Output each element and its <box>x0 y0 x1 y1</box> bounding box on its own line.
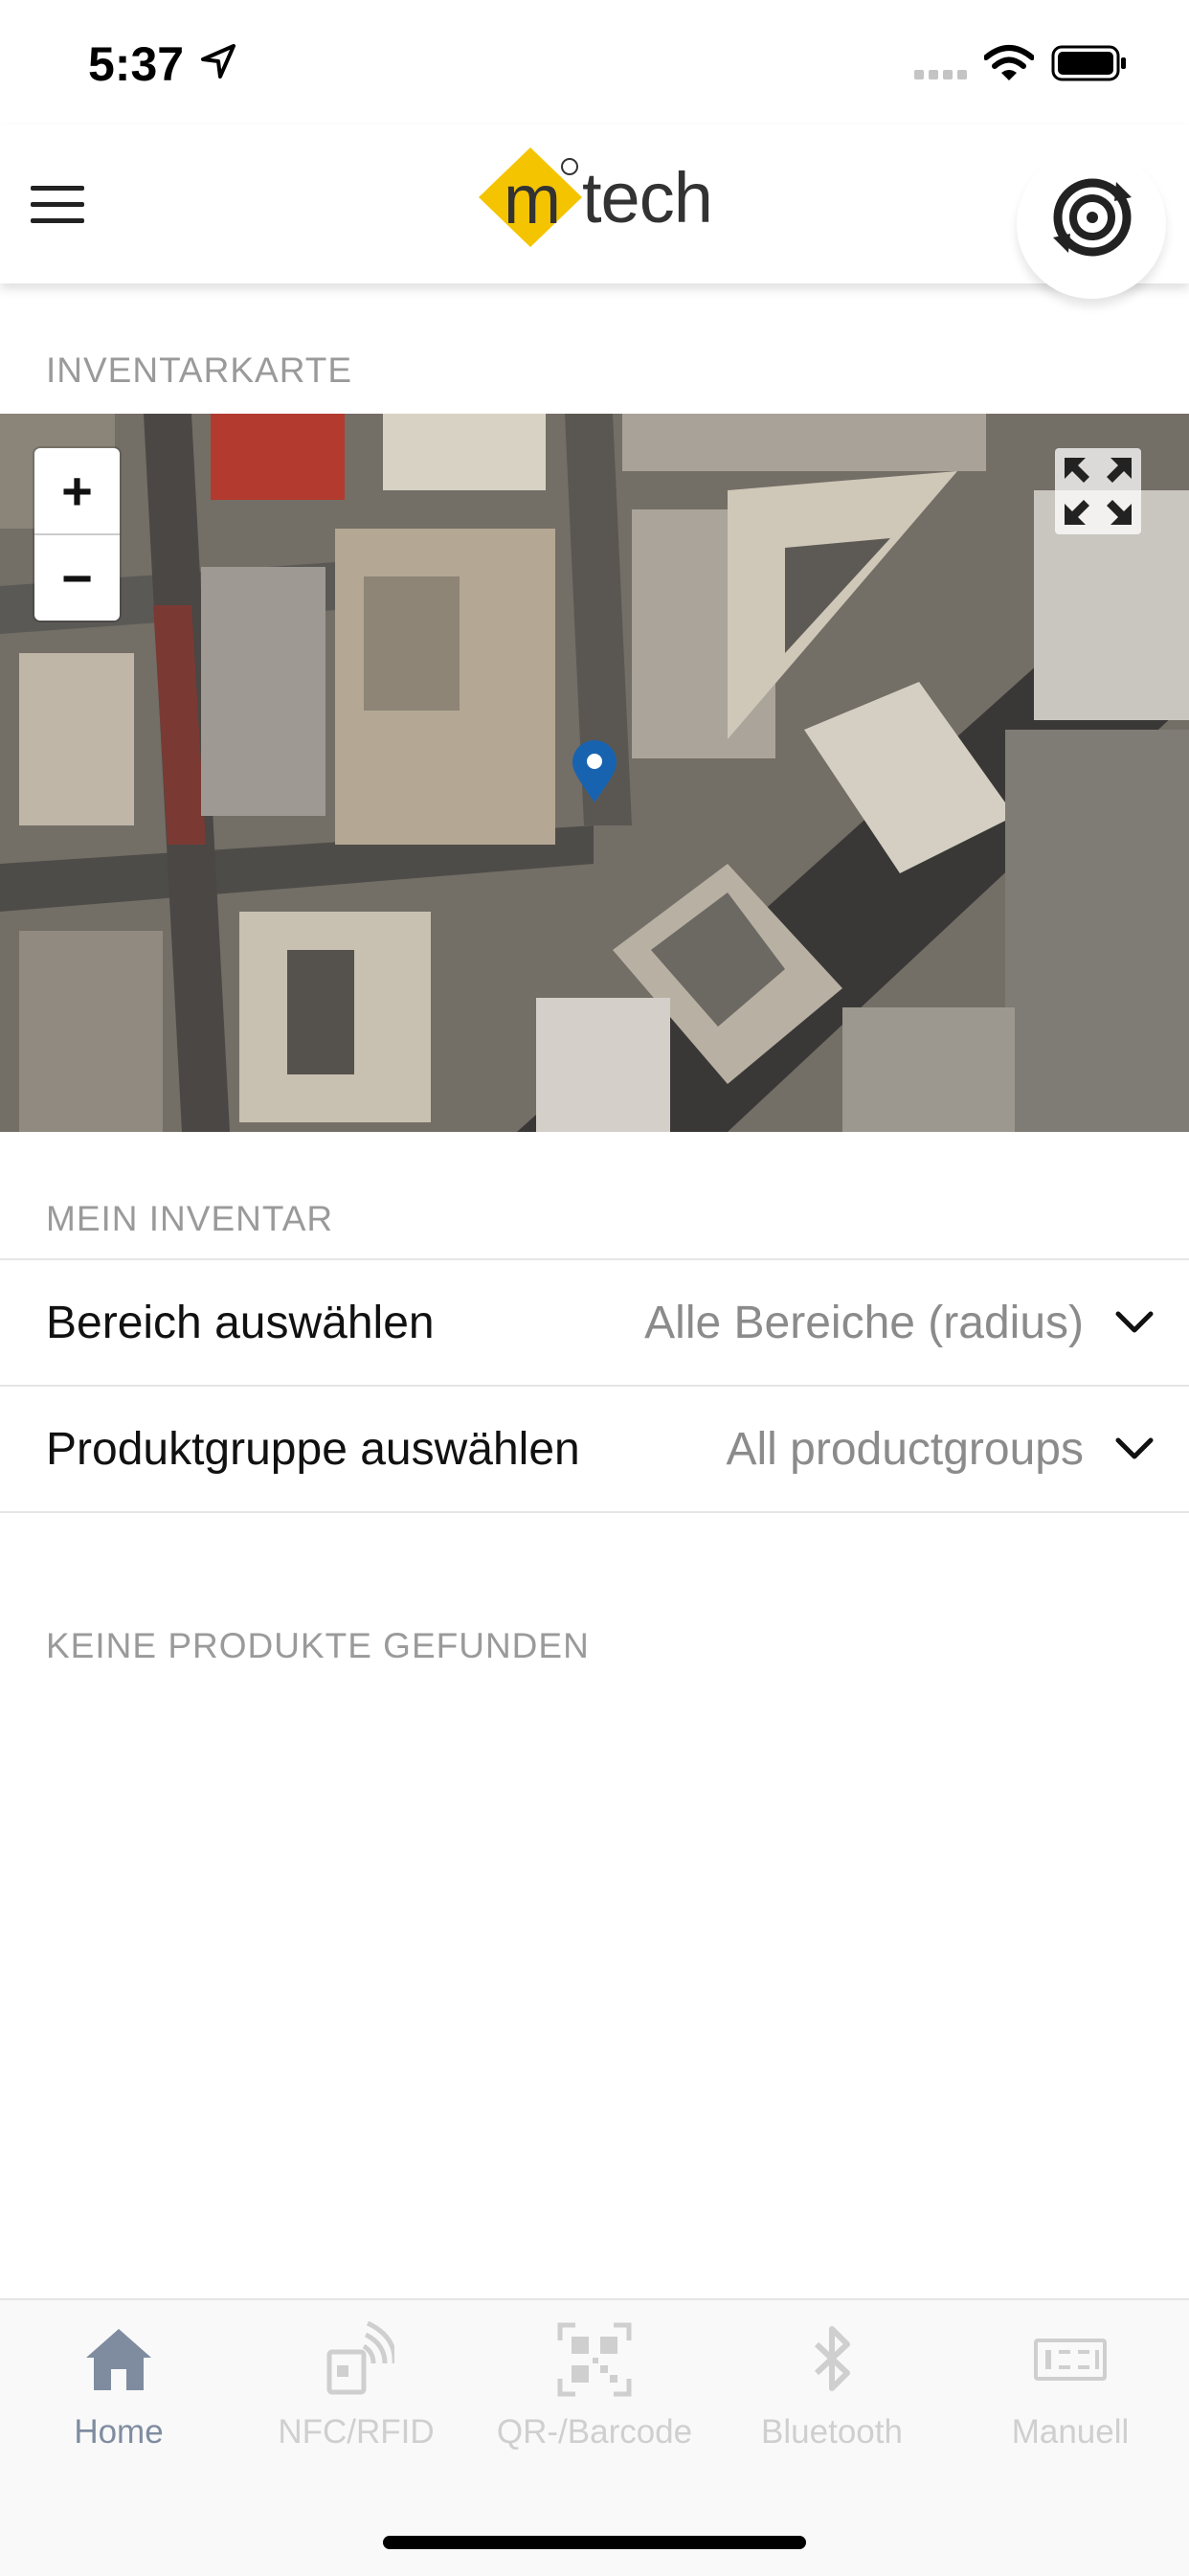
chevron-down-icon <box>1115 1311 1154 1333</box>
status-bar: 5:37 <box>0 0 1189 124</box>
tab-home[interactable]: Home <box>0 2300 237 2492</box>
fullscreen-icon <box>1065 458 1132 525</box>
signal-icon <box>914 70 967 79</box>
status-time: 5:37 <box>88 37 185 91</box>
fullscreen-button[interactable] <box>1055 448 1141 534</box>
area-select-row[interactable]: Bereich auswählen Alle Bereiche (radius) <box>0 1260 1189 1387</box>
sync-target-icon <box>1053 178 1132 257</box>
tab-manuell[interactable]: Manuell <box>952 2300 1189 2492</box>
tab-bar: Home NFC/RFID QR-/Barcode Bluetooth Manu… <box>0 2298 1189 2576</box>
chevron-down-icon <box>1115 1437 1154 1459</box>
productgroup-select-label: Produktgruppe auswählen <box>46 1424 580 1475</box>
empty-state-message: KEINE PRODUKTE GEFUNDEN <box>46 1626 590 1665</box>
tab-home-label: Home <box>74 2413 164 2451</box>
tab-qr-label: QR-/Barcode <box>496 2413 693 2451</box>
area-select-value: Alle Bereiche (radius) <box>644 1298 1084 1348</box>
menu-icon[interactable] <box>29 184 86 226</box>
app-header: m tech <box>0 124 1189 299</box>
sync-button[interactable] <box>1017 149 1166 299</box>
tab-qr-barcode[interactable]: QR-/Barcode <box>476 2300 713 2492</box>
brand-logo: m tech <box>477 146 726 249</box>
productgroup-select-value: All productgroups <box>726 1424 1084 1475</box>
tab-bluetooth-label: Bluetooth <box>761 2413 903 2451</box>
keypad-icon <box>1034 2339 1107 2381</box>
tab-nfc-label: NFC/RFID <box>278 2413 435 2451</box>
tab-bluetooth[interactable]: Bluetooth <box>713 2300 951 2492</box>
nfc-icon <box>326 2321 394 2395</box>
productgroup-select-row[interactable]: Produktgruppe auswählen All productgroup… <box>0 1387 1189 1513</box>
qr-icon <box>557 2322 632 2397</box>
map-section-title: INVENTARKARTE <box>46 350 353 390</box>
inventory-section-title: MEIN INVENTAR <box>46 1199 334 1238</box>
tab-nfc-rfid[interactable]: NFC/RFID <box>237 2300 475 2492</box>
area-select-label: Bereich auswählen <box>46 1298 435 1348</box>
brand-mark: m <box>504 162 561 238</box>
inventory-map[interactable]: + − <box>0 414 1189 1132</box>
zoom-control: + − <box>34 448 120 621</box>
bluetooth-icon <box>814 2326 850 2391</box>
battery-icon <box>1051 45 1126 81</box>
zoom-in-button[interactable]: + <box>34 448 120 535</box>
home-indicator <box>383 2536 806 2549</box>
brand-name: tech <box>582 158 713 237</box>
wifi-icon <box>984 45 1034 80</box>
location-arrow-icon <box>201 44 236 79</box>
zoom-out-button[interactable]: − <box>34 535 120 621</box>
location-pin-icon[interactable] <box>571 739 618 804</box>
tab-manuell-label: Manuell <box>1011 2413 1130 2451</box>
home-icon <box>86 2329 151 2390</box>
